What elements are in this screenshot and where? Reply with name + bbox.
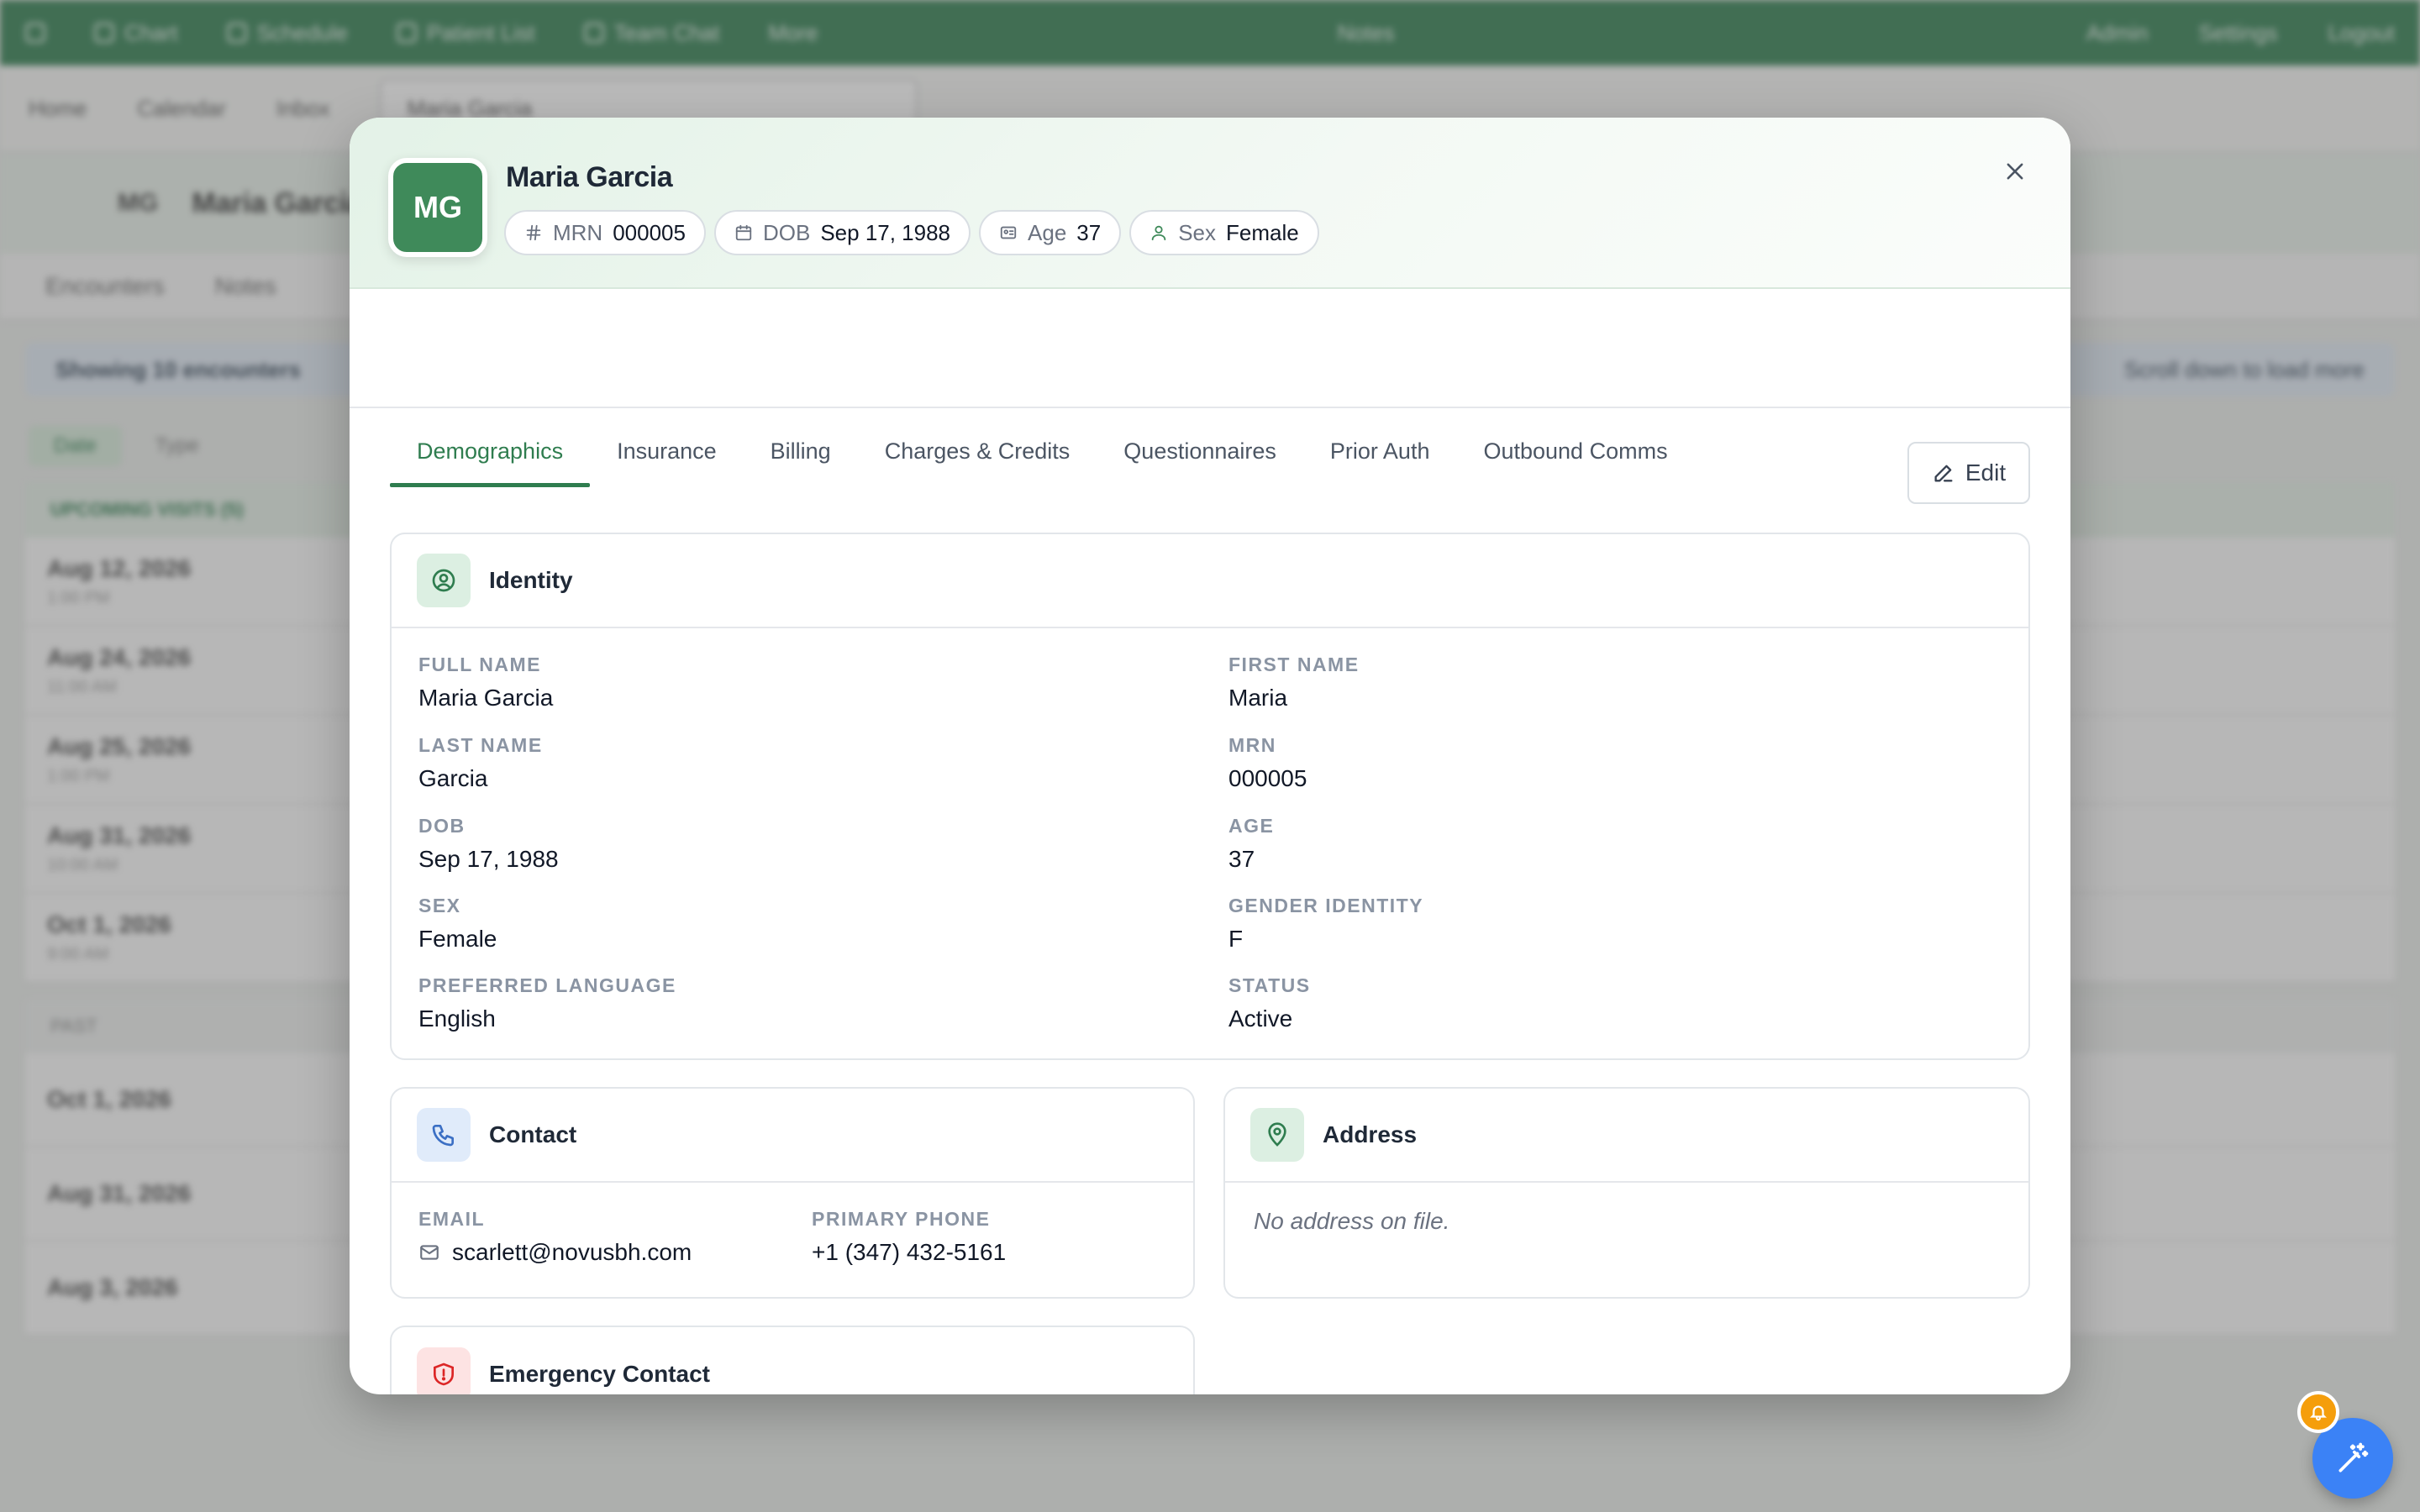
tab-questionnaires[interactable]: Questionnaires	[1097, 417, 1303, 486]
field-value: English	[418, 1005, 496, 1032]
chip-value: Female	[1226, 219, 1299, 245]
address-icon-box	[1250, 1108, 1304, 1162]
id-card-icon	[1000, 226, 1017, 239]
map-pin-icon	[1268, 1122, 1286, 1147]
field-value: Maria Garcia	[418, 685, 554, 711]
field-status: STATUS Active	[1228, 974, 1311, 1032]
edit-button[interactable]: Edit	[1907, 442, 2030, 504]
chip-label: Sex	[1178, 219, 1217, 245]
field-label: GENDER IDENTITY	[1228, 895, 1424, 916]
field-label: MRN	[1228, 734, 1276, 756]
page-title: Maria Garcia	[506, 161, 673, 193]
field-value: Female	[418, 926, 497, 952]
magic-wand-icon	[2338, 1442, 2369, 1473]
field-label: AGE	[1228, 815, 1275, 837]
field-value: Sep 17, 1988	[418, 846, 559, 872]
field-label: PRIMARY PHONE	[812, 1208, 991, 1230]
field-last-name: LAST NAME Garcia	[418, 734, 543, 792]
chip-value: 37	[1076, 219, 1102, 245]
person-icon	[1151, 225, 1166, 241]
field-value: Active	[1228, 1005, 1293, 1032]
identity-icon-box	[417, 554, 471, 607]
field-mrn: MRN 000005	[1228, 734, 1307, 792]
emergency-card-header: Emergency Contact	[392, 1327, 1193, 1394]
tab-charges-credits[interactable]: Charges & Credits	[858, 417, 1097, 486]
mail-icon	[420, 1245, 439, 1260]
field-first-name: FIRST NAME Maria	[1228, 654, 1360, 711]
tab-prior-auth[interactable]: Prior Auth	[1303, 417, 1457, 486]
field-preferred-language: PREFERRED LANGUAGE English	[418, 974, 676, 1032]
identity-card-header: Identity	[392, 534, 2028, 628]
email-link[interactable]: scarlett@novusbh.com	[452, 1239, 692, 1266]
patient-chips: MRN 000005 DOB Sep 17, 1988 Age 37 Sex F…	[504, 210, 1319, 255]
chip-label: MRN	[553, 219, 603, 245]
empty-address-text: No address on file.	[1254, 1208, 1450, 1234]
bell-icon	[2310, 1405, 2327, 1421]
user-circle-icon	[432, 569, 455, 592]
emergency-title: Emergency Contact	[489, 1361, 710, 1387]
field-label: LAST NAME	[418, 734, 543, 756]
field-primary-phone: PRIMARY PHONE +1 (347) 432-5161	[812, 1208, 1006, 1266]
contact-title: Contact	[489, 1121, 577, 1147]
pencil-icon	[1934, 465, 1953, 482]
address-card-header: Address	[1225, 1089, 2028, 1183]
chip-label: Age	[1028, 219, 1067, 245]
field-value: 000005	[1228, 765, 1307, 791]
field-label: FIRST NAME	[1228, 654, 1360, 675]
field-email: EMAIL scarlett@novusbh.com	[418, 1208, 692, 1266]
contact-card: Contact EMAIL scarlett@novusbh.com PRIMA…	[390, 1087, 1195, 1299]
shield-alert-icon	[434, 1362, 454, 1386]
identity-title: Identity	[489, 567, 573, 593]
close-button[interactable]	[1996, 153, 2033, 190]
field-age: AGE 37	[1228, 815, 1274, 873]
field-label: STATUS	[1228, 974, 1311, 996]
emergency-icon-box	[417, 1347, 471, 1394]
contact-icon-box	[417, 1108, 471, 1162]
field-gender-identity: GENDER IDENTITY F	[1228, 895, 1423, 953]
dob-chip: DOB Sep 17, 1988	[713, 210, 971, 255]
address-title: Address	[1323, 1121, 1418, 1147]
avatar: MG	[388, 158, 487, 257]
field-label: PREFERRED LANGUAGE	[418, 974, 676, 996]
age-chip: Age 37	[979, 210, 1122, 255]
field-full-name: FULL NAME Maria Garcia	[418, 654, 553, 711]
address-card: Address No address on file.	[1223, 1087, 2030, 1299]
emergency-contact-card: Emergency Contact	[390, 1326, 1195, 1394]
field-label: DOB	[418, 815, 466, 837]
chip-value: 000005	[613, 219, 686, 245]
field-label: EMAIL	[418, 1208, 486, 1230]
calendar-icon	[735, 224, 752, 241]
chip-label: DOB	[762, 219, 811, 245]
mrn-chip: MRN 000005	[504, 210, 706, 255]
phone-icon	[432, 1125, 454, 1147]
identity-card: Identity FULL NAME Maria Garcia FIRST NA…	[390, 533, 2030, 1060]
tab-demographics[interactable]: Demographics	[390, 417, 591, 487]
field-dob: DOB Sep 17, 1988	[418, 815, 559, 873]
edit-label: Edit	[1965, 459, 2007, 486]
field-label: SEX	[418, 895, 461, 916]
notification-badge[interactable]	[2297, 1391, 2339, 1433]
field-value: scarlett@novusbh.com	[418, 1239, 692, 1266]
hash-icon	[526, 224, 541, 241]
modal-tabs: Demographics Insurance Billing Charges &…	[390, 417, 2070, 487]
field-label: FULL NAME	[418, 654, 541, 675]
field-value: F	[1228, 926, 1244, 952]
field-sex: SEX Female	[418, 895, 497, 953]
phone-value[interactable]: +1 (347) 432-5161	[812, 1239, 1006, 1266]
close-icon	[2007, 163, 2023, 180]
chip-value: Sep 17, 1988	[820, 219, 951, 245]
sex-chip: Sex Female	[1129, 210, 1319, 255]
patient-demographics-modal: MG Maria Garcia MRN 000005 DOB Sep 17, 1…	[350, 118, 2070, 1394]
tab-outbound-comms[interactable]: Outbound Comms	[1456, 417, 1694, 486]
tab-billing[interactable]: Billing	[744, 417, 858, 486]
contact-card-header: Contact	[392, 1089, 1193, 1183]
field-value: Garcia	[418, 765, 488, 791]
field-value: 37	[1228, 846, 1255, 872]
tab-divider	[350, 407, 2070, 408]
modal-header: MG Maria Garcia MRN 000005 DOB Sep 17, 1…	[350, 118, 2070, 289]
field-value: Maria	[1228, 685, 1288, 711]
tab-insurance[interactable]: Insurance	[590, 417, 744, 486]
